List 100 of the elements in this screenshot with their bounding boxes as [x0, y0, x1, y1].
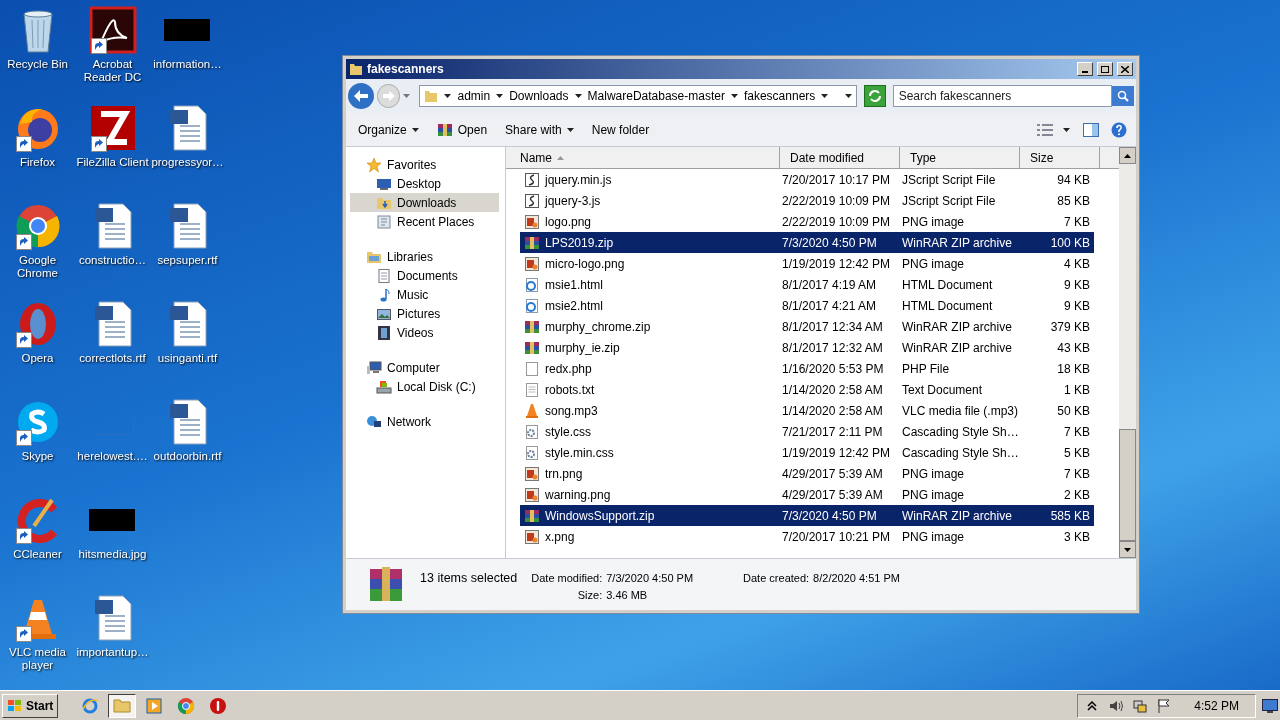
file-row[interactable]: msie1.html 8/1/2017 4:19 AM HTML Document 9 KB — [520, 274, 1094, 295]
column-header[interactable]: Date modified — [780, 147, 900, 168]
nav-item[interactable]: Network — [350, 412, 499, 431]
file-name: LPS2019.zip — [545, 234, 614, 252]
file-row[interactable]: msie2.html 8/1/2017 4:21 AM HTML Document 9 KB — [520, 295, 1094, 316]
desktop-icon-label[interactable]: importantup… — [75, 646, 150, 659]
file-row[interactable]: murphy_chrome.zip 8/1/2017 12:34 AM WinRAR ZIP archive 379 KB — [520, 316, 1094, 337]
file-row[interactable]: style.min.css 1/19/2019 12:42 PM Cascading Style Sh… 5 KB — [520, 442, 1094, 463]
column-header[interactable]: Type — [900, 147, 1020, 168]
file-name: msie1.html — [545, 276, 603, 294]
desktop-icon-label[interactable]: FileZilla Client — [75, 156, 150, 169]
nav-item[interactable]: Favorites — [350, 155, 499, 174]
alert-icon — [209, 696, 228, 715]
toolbar-button[interactable]: New folder — [585, 117, 656, 142]
refresh-button[interactable] — [863, 85, 886, 107]
archive-icon — [524, 339, 540, 356]
back-button[interactable] — [348, 83, 374, 109]
desktop-icon-label[interactable]: outdoorbin.rtf — [152, 450, 223, 463]
breadcrumb[interactable]: MalwareDatabase-master — [587, 87, 725, 105]
date-cell-text: 8/1/2017 4:19 AM — [781, 276, 878, 294]
file-row[interactable]: micro-logo.png 1/19/2019 12:42 PM PNG image 4 KB — [520, 253, 1094, 274]
file-name: logo.png — [545, 213, 592, 231]
desktop-icon-label[interactable]: progressyor… — [150, 156, 225, 169]
scroll-up-button[interactable] — [1119, 147, 1136, 164]
nav-item[interactable]: Local Disk (C:) — [350, 377, 499, 396]
file-name: jquery-3.js — [545, 192, 601, 210]
detail-value: 3.46 MB — [606, 587, 649, 603]
desktop-icon-label[interactable]: correctlots.rtf — [78, 352, 147, 365]
nav-item[interactable]: Downloads — [350, 193, 499, 212]
scroll-thumb[interactable] — [1119, 429, 1136, 541]
size-cell-text: 50 KB — [1056, 402, 1091, 420]
file-row[interactable]: trn.png 4/29/2017 5:39 AM PNG image 7 KB — [520, 463, 1094, 484]
start-button[interactable]: Start — [2, 693, 59, 718]
type-cell-text: PNG image — [901, 528, 966, 546]
breadcrumb[interactable]: fakescanners — [743, 87, 816, 105]
nav-item[interactable]: Computer — [350, 358, 499, 377]
file-row[interactable]: song.mp3 1/14/2020 2:58 AM VLC media file (.mp3) 50 KB — [520, 400, 1094, 421]
column-header[interactable]: Name — [510, 147, 780, 168]
toolbar-button[interactable]: Organize — [352, 117, 425, 142]
redaction-bar — [88, 509, 135, 531]
toolbar-button[interactable]: Open — [430, 117, 494, 142]
close-button[interactable] — [1117, 62, 1133, 76]
show-desktop-button[interactable] — [1262, 697, 1278, 714]
search-button[interactable] — [1112, 86, 1134, 106]
file-row[interactable]: LPS2019.zip 7/3/2020 4:50 PM WinRAR ZIP archive 100 KB — [520, 232, 1094, 253]
desktop-icon-label[interactable]: Opera — [20, 352, 55, 365]
file-name: jquery.min.js — [545, 171, 612, 189]
address-bar[interactable]: admin Downloads MalwareDatabase-master fakescanners — [419, 85, 857, 107]
file-row[interactable]: redx.php 1/16/2020 5:53 PM PHP File 18 KB — [520, 358, 1094, 379]
file-row[interactable]: WindowsSupport.zip 7/3/2020 4:50 PM WinRAR ZIP archive 585 KB — [520, 505, 1094, 526]
dropdown-arrow-icon — [411, 127, 419, 132]
network-icon[interactable] — [1132, 697, 1149, 714]
nav-item[interactable]: Desktop — [350, 174, 499, 193]
column-header[interactable]: Size — [1020, 147, 1100, 168]
nav-item[interactable]: Libraries — [350, 247, 499, 266]
desktop-icon-label[interactable]: sepsuper.rtf — [156, 254, 219, 267]
desktop-icon-label[interactable]: information… — [152, 58, 223, 71]
desktop-icon-label[interactable]: constructio… — [77, 254, 148, 267]
file-row[interactable]: warning.png 4/29/2017 5:39 AM PNG image 2 KB — [520, 484, 1094, 505]
search-field[interactable]: Search fakescanners — [892, 85, 1112, 107]
breadcrumb[interactable]: admin — [457, 87, 491, 105]
desktop-icon-label[interactable]: usinganti.rtf — [156, 352, 219, 365]
nav-item[interactable]: Pictures — [350, 304, 499, 323]
file-row[interactable]: x.png 7/20/2017 10:21 PM PNG image 3 KB — [520, 526, 1094, 547]
size-cell-text: 9 KB — [1063, 276, 1091, 294]
file-row[interactable]: jquery.min.js 7/20/2017 10:17 PM JScript Script File 94 KB — [520, 169, 1094, 190]
nav-item[interactable]: Documents — [350, 266, 499, 285]
taskbar-button[interactable] — [108, 693, 137, 718]
maximize-button[interactable] — [1097, 62, 1113, 76]
desktop-icon-label[interactable]: Firefox — [18, 156, 57, 169]
nav-item[interactable]: Videos — [350, 323, 499, 342]
desktop-icon-label[interactable]: Google Chrome — [0, 254, 75, 280]
computer-icon — [366, 359, 382, 376]
nav-item[interactable]: Recent Places — [350, 212, 499, 231]
nav-label: Desktop — [397, 175, 442, 193]
size-cell-text: 9 KB — [1063, 297, 1091, 315]
desktop-icon-label[interactable]: Skype — [20, 450, 55, 463]
file-row[interactable]: jquery-3.js 2/22/2019 10:09 PM JScript Script File 85 KB — [520, 190, 1094, 211]
settings-file-icon — [524, 444, 540, 461]
type-cell-text: PNG image — [901, 213, 966, 231]
scroll-down-button[interactable] — [1119, 541, 1136, 558]
minimize-button[interactable] — [1077, 62, 1093, 76]
toolbar-button[interactable]: Share with — [499, 117, 580, 142]
desktop-icon-label[interactable]: Recycle Bin — [6, 58, 69, 71]
nav-item[interactable]: Music — [350, 285, 499, 304]
desktop-icon-label[interactable]: hitsmedia.jpg — [77, 548, 148, 561]
file-name: redx.php — [545, 360, 592, 378]
desktop-icon-label[interactable]: VLC media player — [0, 646, 75, 672]
type-cell-text: PHP File — [901, 360, 951, 378]
desktop-icon-label[interactable]: Acrobat Reader DC — [75, 58, 150, 84]
desktop-icon-label[interactable]: CCleaner — [12, 548, 63, 561]
date-cell-text: 7/3/2020 4:50 PM — [781, 507, 878, 525]
breadcrumb[interactable]: Downloads — [509, 87, 569, 105]
file-row[interactable]: style.css 7/21/2017 2:11 PM Cascading Style Sh… 7 KB — [520, 421, 1094, 442]
file-row[interactable]: murphy_ie.zip 8/1/2017 12:32 AM WinRAR ZIP archive 43 KB — [520, 337, 1094, 358]
file-row[interactable]: logo.png 2/22/2019 10:09 PM PNG image 7 KB — [520, 211, 1094, 232]
desktop-icon-label[interactable]: herelowest.… — [76, 450, 149, 463]
file-row[interactable]: robots.txt 1/14/2020 2:58 AM Text Document 1 KB — [520, 379, 1094, 400]
window-title: fakescanners — [367, 61, 445, 78]
windows-logo-icon — [7, 698, 23, 713]
